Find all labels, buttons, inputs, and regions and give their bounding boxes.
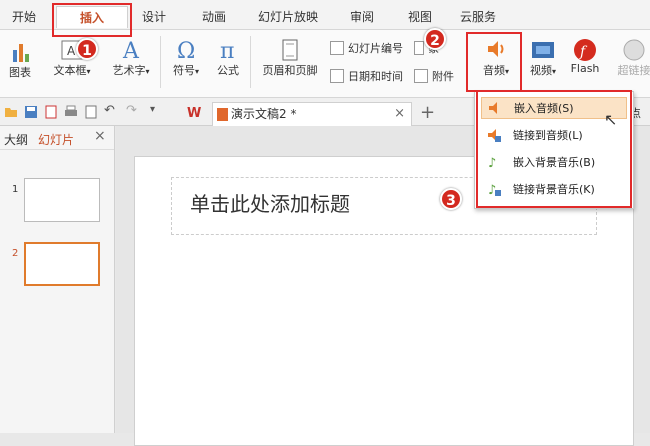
date-time-label: 日期和时间: [348, 68, 403, 84]
undo-icon[interactable]: ↶: [104, 103, 115, 118]
preview-icon[interactable]: [84, 105, 98, 119]
slide-number-button[interactable]: 幻灯片编号: [330, 40, 403, 56]
chart-label: 图表: [9, 66, 31, 79]
textbox-label: 文本框: [53, 64, 86, 77]
tab-slideshow[interactable]: 幻灯片放映: [258, 6, 318, 28]
object-icon: [414, 41, 424, 55]
tab-home[interactable]: 开始: [12, 6, 36, 28]
film-icon: [530, 38, 556, 62]
wordart-icon: A: [119, 38, 143, 62]
attachment-label: 附件: [432, 68, 454, 84]
close-tab-icon[interactable]: ×: [394, 103, 405, 125]
svg-text:A: A: [67, 44, 76, 58]
customize-dropdown-icon[interactable]: ▾: [150, 104, 155, 115]
tab-animation[interactable]: 动画: [202, 6, 226, 28]
attachment-button[interactable]: 附件: [414, 68, 454, 84]
folder-icon[interactable]: [4, 105, 18, 119]
slide-number-label: 1: [12, 184, 18, 195]
highlight-insert-tab: [52, 3, 132, 37]
flash-label: Flash: [571, 62, 600, 75]
symbol-label: 符号: [173, 64, 195, 77]
svg-text:Ω: Ω: [177, 39, 195, 62]
omega-icon: Ω: [174, 38, 198, 62]
slide-thumbnail-2[interactable]: [24, 242, 100, 286]
header-footer-label: 页眉和页脚: [263, 64, 318, 77]
paperclip-icon: [414, 69, 428, 83]
slides-panel: 大纲 幻灯片 × 1 2: [0, 126, 115, 433]
tab-design[interactable]: 设计: [142, 6, 166, 28]
tab-view[interactable]: 视图: [408, 6, 432, 28]
document-tab-title: 演示文稿2 *: [231, 107, 296, 121]
video-button[interactable]: 视频▾: [524, 38, 562, 78]
wordart-button[interactable]: A 艺术字▾: [106, 38, 156, 78]
date-time-button[interactable]: 日期和时间: [330, 68, 403, 84]
export-pdf-icon[interactable]: [44, 105, 58, 119]
new-tab-icon[interactable]: +: [420, 102, 435, 123]
globe-icon: [622, 38, 646, 62]
tab-outline[interactable]: 大纲: [4, 131, 28, 148]
calendar-icon: [330, 69, 344, 83]
hyperlink-button[interactable]: 超链接: [612, 38, 650, 78]
hyperlink-label: 超链接: [618, 64, 650, 77]
panel-tabs: 大纲 幻灯片 ×: [0, 126, 114, 150]
step-badge-3: 3: [440, 188, 462, 210]
tab-cloud[interactable]: 云服务: [460, 6, 496, 28]
slide-number-label: 2: [12, 248, 18, 259]
symbol-button[interactable]: Ω 符号▾: [166, 38, 206, 78]
highlight-audio-button: [466, 32, 522, 92]
document-tab[interactable]: 演示文稿2 * ×: [212, 102, 412, 126]
step-badge-1: 1: [76, 38, 98, 60]
svg-text:π: π: [220, 39, 234, 62]
svg-text:W: W: [187, 106, 201, 120]
slide-number-icon: [330, 41, 344, 55]
step-badge-2: 2: [424, 28, 446, 50]
pi-icon: π: [216, 38, 240, 62]
video-label: 视频: [530, 64, 552, 77]
slide-number-label: 幻灯片编号: [348, 40, 403, 56]
formula-button[interactable]: π 公式: [210, 38, 246, 78]
chart-button[interactable]: 图表: [0, 40, 40, 80]
close-panel-icon[interactable]: ×: [94, 128, 106, 144]
header-footer-button[interactable]: 页眉和页脚: [256, 38, 324, 78]
formula-label: 公式: [217, 64, 239, 77]
highlight-audio-menu: [476, 90, 632, 208]
ribbon-separator: [250, 36, 251, 88]
redo-icon[interactable]: ↷: [126, 103, 137, 118]
slide-thumbnail-1[interactable]: [24, 178, 100, 222]
flash-icon: f: [573, 38, 597, 62]
wps-logo-icon: W: [186, 104, 202, 120]
tab-slides[interactable]: 幻灯片: [38, 131, 74, 148]
chart-icon: [10, 40, 30, 64]
ribbon-separator: [160, 36, 161, 88]
svg-text:A: A: [122, 39, 140, 62]
tab-review[interactable]: 审阅: [350, 6, 374, 28]
wordart-label: 艺术字: [112, 64, 145, 77]
pptx-file-icon: [217, 108, 228, 121]
page-icon: [278, 38, 302, 62]
save-icon[interactable]: [24, 105, 38, 119]
print-icon[interactable]: [64, 105, 78, 119]
flash-button[interactable]: f Flash: [566, 38, 604, 75]
